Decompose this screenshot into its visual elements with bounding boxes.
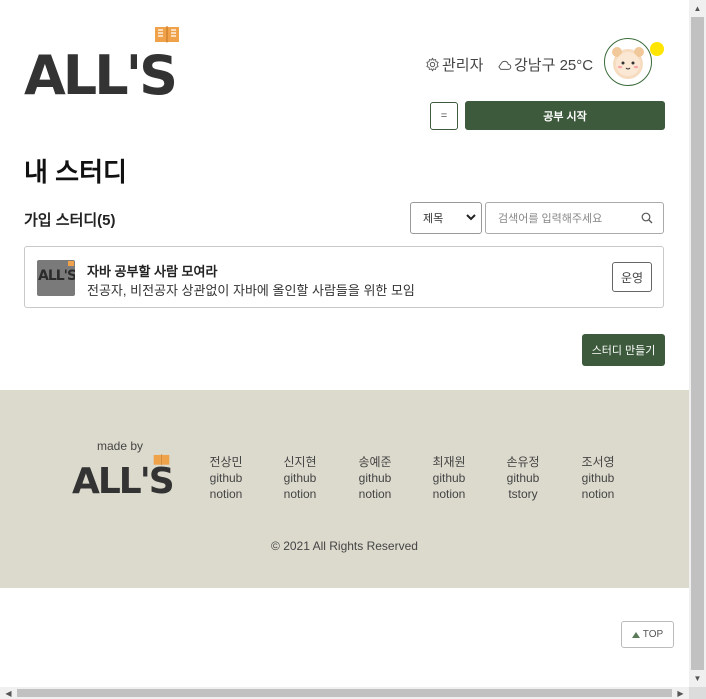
member-name: 손유정: [506, 455, 540, 469]
search-input[interactable]: [496, 209, 640, 229]
search-icon[interactable]: [641, 212, 653, 224]
member-notion-link[interactable]: notion: [196, 486, 256, 502]
member-notion-link[interactable]: notion: [419, 486, 479, 502]
member-github-link[interactable]: github: [568, 470, 628, 486]
scroll-top-button[interactable]: TOP: [621, 621, 674, 648]
team-member: 손유정 github tstory: [493, 454, 553, 502]
member-github-link[interactable]: github: [419, 470, 479, 486]
team-member: 최재원 github notion: [419, 454, 479, 502]
book-icon: [155, 26, 179, 43]
member-notion-link[interactable]: notion: [270, 486, 330, 502]
arrow-up-icon: [631, 631, 640, 638]
member-github-link[interactable]: github: [345, 470, 405, 486]
team-member: 전상민 github notion: [196, 454, 256, 502]
study-description: 전공자, 비전공자 상관없이 자바에 올인할 사람들을 위한 모임: [87, 283, 415, 298]
member-github-link[interactable]: github: [196, 470, 256, 486]
avatar-image: [612, 47, 644, 79]
member-name: 송예준: [358, 455, 392, 469]
member-github-link[interactable]: github: [270, 470, 330, 486]
team-member: 송예준 github notion: [345, 454, 405, 502]
search-filter-select[interactable]: 제목: [410, 202, 482, 234]
weather-label: 강남구 25°C: [514, 57, 594, 74]
start-study-button[interactable]: 공부 시작: [465, 101, 665, 130]
top-label: TOP: [642, 629, 664, 640]
horizontal-scrollbar[interactable]: ◀ ▶: [0, 687, 689, 699]
study-role-button[interactable]: 운영: [612, 262, 652, 292]
study-card[interactable]: ALL'S 자바 공부할 사람 모여라 전공자, 비전공자 상관없이 자바에 올…: [24, 246, 664, 308]
gear-icon: [426, 57, 439, 72]
team-member: 신지현 github notion: [270, 454, 330, 502]
horizontal-scroll-thumb[interactable]: [17, 689, 672, 697]
filter-selected-value: 제목: [423, 213, 444, 225]
scroll-left-arrow-icon[interactable]: ◀: [0, 687, 17, 699]
scroll-right-arrow-icon[interactable]: ▶: [672, 687, 689, 699]
status-dot: [650, 42, 664, 56]
member-tstory-link[interactable]: tstory: [493, 486, 553, 502]
footer-logo: ALL'S: [72, 461, 175, 502]
scrollbar-corner: [689, 687, 706, 699]
member-notion-link[interactable]: notion: [345, 486, 405, 502]
scroll-up-arrow-icon[interactable]: ▲: [689, 0, 706, 17]
menu-button[interactable]: =: [430, 102, 458, 130]
page-viewport: ALL'S 관리자 강남구 25°C = 공부 시작 내 스터디 가입 스터디(…: [0, 0, 689, 687]
made-by-label: made by: [97, 439, 144, 453]
scroll-down-arrow-icon[interactable]: ▼: [689, 670, 706, 687]
vertical-scroll-thumb[interactable]: [691, 17, 704, 670]
member-notion-link[interactable]: notion: [568, 486, 628, 502]
member-name: 전상민: [209, 455, 243, 469]
page-title: 내 스터디: [24, 157, 127, 187]
joined-studies-title: 가입 스터디(5): [24, 212, 116, 229]
member-name: 최재원: [432, 455, 466, 469]
admin-label: 관리자: [442, 57, 484, 74]
study-thumbnail-logo: ALL'S: [38, 268, 75, 284]
site-logo[interactable]: ALL'S: [24, 24, 184, 106]
member-github-link[interactable]: github: [493, 470, 553, 486]
vertical-scrollbar[interactable]: ▲ ▼: [689, 0, 706, 687]
admin-link[interactable]: 관리자: [425, 54, 483, 75]
search-box: [485, 202, 664, 234]
footer: made by ALL'S 전상민 github notion 신지현 gith…: [0, 390, 689, 588]
user-avatar[interactable]: [604, 38, 652, 86]
logo-text: ALL'S: [24, 44, 178, 107]
create-study-button[interactable]: 스터디 만들기: [582, 334, 665, 366]
team-member: 조서영 github notion: [568, 454, 628, 502]
study-thumbnail: ALL'S: [37, 260, 75, 296]
study-name: 자바 공부할 사람 모여라: [87, 264, 218, 279]
copyright-text: © 2021 All Rights Reserved: [271, 539, 418, 553]
member-name: 신지현: [283, 455, 317, 469]
member-name: 조서영: [581, 455, 615, 469]
cloud-icon: [498, 60, 512, 70]
weather-widget: 강남구 25°C: [497, 54, 593, 75]
chevron-down-icon: [466, 214, 476, 221]
book-icon: [68, 261, 74, 266]
